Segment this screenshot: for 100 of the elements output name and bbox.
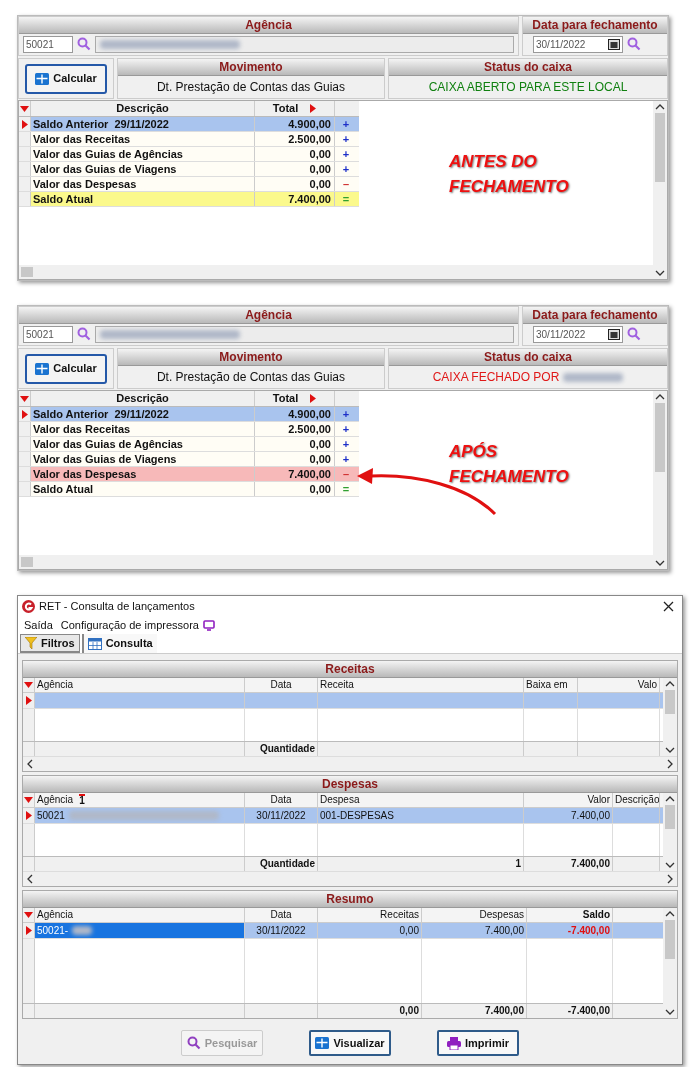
- close-icon[interactable]: [663, 600, 674, 612]
- table-row[interactable]: Valor das Guias de Agências 0,00 +: [19, 437, 359, 452]
- calculate-button[interactable]: Calcular: [25, 63, 107, 94]
- search-icon[interactable]: [627, 327, 641, 341]
- tab[interactable]: Consulta: [81, 634, 157, 653]
- scrollbar[interactable]: [663, 678, 677, 756]
- table-cell-text: 50021-: [37, 924, 69, 938]
- scroll-thumb[interactable]: [655, 113, 665, 183]
- agency-code-field[interactable]: 50021: [23, 325, 73, 343]
- calendar-icon[interactable]: [608, 38, 620, 50]
- column-header[interactable]: Descrição: [615, 793, 659, 807]
- table-row[interactable]: Valor das Guias de Viagens 0,00 +: [19, 162, 359, 177]
- scrollbar[interactable]: [653, 391, 667, 569]
- movement-header: Movimento: [118, 59, 384, 76]
- scroll-up-icon[interactable]: [655, 104, 665, 110]
- table-cell-text: 30/11/2022: [256, 809, 306, 823]
- scroll-left-icon[interactable]: [27, 759, 33, 769]
- table-cell-text: 7.400,00: [571, 809, 610, 823]
- filter-icon: [25, 637, 37, 649]
- column-header[interactable]: Data: [270, 908, 292, 922]
- column-header[interactable]: Despesa: [320, 793, 360, 807]
- menu-item[interactable]: Configuração de impressora: [60, 616, 215, 634]
- table-row[interactable]: Valor das Guias de Viagens 0,00 +: [19, 452, 359, 467]
- date-field[interactable]: 30/11/2022: [533, 35, 623, 53]
- annotation-text: FECHAMENTO: [449, 176, 569, 198]
- table-row[interactable]: Valor das Receitas 2.500,00 +: [19, 132, 359, 147]
- focused-cell[interactable]: 50021-: [35, 923, 245, 938]
- calendar-icon[interactable]: [608, 328, 620, 340]
- description-cell: Valor das Receitas: [31, 132, 255, 146]
- sort-arrow-icon: [24, 912, 33, 918]
- total-cell: 2.500,00: [255, 422, 335, 436]
- table-row[interactable]: Valor das Despesas 7.400,00 –: [19, 467, 359, 482]
- scroll-thumb[interactable]: [665, 690, 675, 715]
- scroll-left-icon[interactable]: [27, 874, 33, 884]
- table-row[interactable]: Valor das Receitas 2.500,00 +: [19, 422, 359, 437]
- scroll-right-icon[interactable]: [667, 874, 673, 884]
- scroll-thumb[interactable]: [21, 267, 33, 277]
- total-cell: 0,00: [255, 452, 335, 466]
- table-row[interactable]: 50021- 30/11/2022 0,00 7.400,00 -7.400,00: [23, 923, 663, 939]
- search-icon[interactable]: [77, 37, 91, 51]
- footer-cell: 7.400,00: [571, 858, 610, 869]
- total-cell: 7.400,00: [255, 467, 335, 481]
- scrollbar[interactable]: [663, 793, 677, 871]
- agency-code-field[interactable]: 50021: [23, 35, 73, 53]
- scroll-up-icon[interactable]: [665, 796, 675, 802]
- action-button[interactable]: Imprimir: [437, 1030, 519, 1056]
- footer-cell: 1: [515, 858, 521, 869]
- description-cell: Valor das Despesas: [31, 467, 255, 481]
- column-header[interactable]: Agência: [37, 908, 74, 922]
- date-field[interactable]: 30/11/2022: [533, 325, 623, 343]
- scroll-right-icon[interactable]: [667, 759, 673, 769]
- total-cell: 4.900,00: [255, 117, 335, 131]
- column-header[interactable]: Receitas: [380, 908, 419, 922]
- column-header[interactable]: Data: [270, 678, 292, 692]
- status-header: Status do caixa: [389, 59, 667, 76]
- column-header[interactable]: Saldo: [582, 908, 610, 922]
- column-header[interactable]: Receita: [320, 678, 354, 692]
- table-row[interactable]: Saldo Atual 0,00 =: [19, 482, 359, 497]
- annotation-text: FECHAMENTO: [449, 466, 569, 488]
- column-header[interactable]: Data: [270, 793, 292, 807]
- column-header[interactable]: Baixa em: [526, 678, 568, 692]
- agency-name-field[interactable]: [95, 325, 514, 343]
- column-header[interactable]: Despesas: [479, 908, 524, 922]
- table-row[interactable]: Saldo Anterior 29/11/2022 4.900,00 +: [19, 407, 359, 422]
- search-icon[interactable]: [627, 37, 641, 51]
- scroll-down-icon[interactable]: [665, 747, 675, 753]
- column-header[interactable]: Agência: [37, 678, 74, 692]
- table-cell-text: 50021: [37, 809, 65, 823]
- scroll-thumb[interactable]: [21, 557, 33, 567]
- scroll-down-icon[interactable]: [655, 270, 665, 276]
- table-row[interactable]: Saldo Anterior 29/11/2022 4.900,00 +: [19, 117, 359, 132]
- scroll-thumb[interactable]: [655, 403, 665, 473]
- scroll-down-icon[interactable]: [665, 862, 675, 868]
- sign-cell-text: +: [341, 407, 351, 421]
- table-row[interactable]: Saldo Atual 7.400,00 =: [19, 192, 359, 207]
- table-row[interactable]: 50021 30/11/2022 001-DESPESAS 7.400,00: [23, 808, 663, 824]
- column-header[interactable]: Valo: [637, 678, 657, 692]
- description-cell: Valor das Guias de Viagens: [31, 162, 255, 176]
- scroll-thumb[interactable]: [665, 805, 675, 830]
- action-button[interactable]: Visualizar: [309, 1030, 391, 1056]
- column-header[interactable]: Valor: [587, 793, 610, 807]
- agency-name-field[interactable]: [95, 35, 514, 53]
- scroll-up-icon[interactable]: [655, 394, 665, 400]
- scroll-up-icon[interactable]: [665, 911, 675, 917]
- table-row[interactable]: Valor das Guias de Agências 0,00 +: [19, 147, 359, 162]
- total-cell: 4.900,00: [255, 407, 335, 421]
- search-icon[interactable]: [77, 327, 91, 341]
- scroll-down-icon[interactable]: [655, 560, 665, 566]
- scroll-thumb[interactable]: [665, 920, 675, 959]
- menu-item[interactable]: Saída: [24, 616, 53, 634]
- calculate-button[interactable]: Calcular: [25, 353, 107, 384]
- scrollbar[interactable]: [653, 101, 667, 279]
- scrollbar[interactable]: [663, 908, 677, 1018]
- table-row[interactable]: Valor das Despesas 0,00 –: [19, 177, 359, 192]
- scroll-down-icon[interactable]: [665, 1009, 675, 1015]
- scroll-up-icon[interactable]: [665, 681, 675, 687]
- column-header[interactable]: Agência: [37, 793, 74, 807]
- sign-cell-text: +: [341, 162, 351, 176]
- tab[interactable]: Filtros: [20, 634, 80, 653]
- row-header: [23, 824, 35, 840]
